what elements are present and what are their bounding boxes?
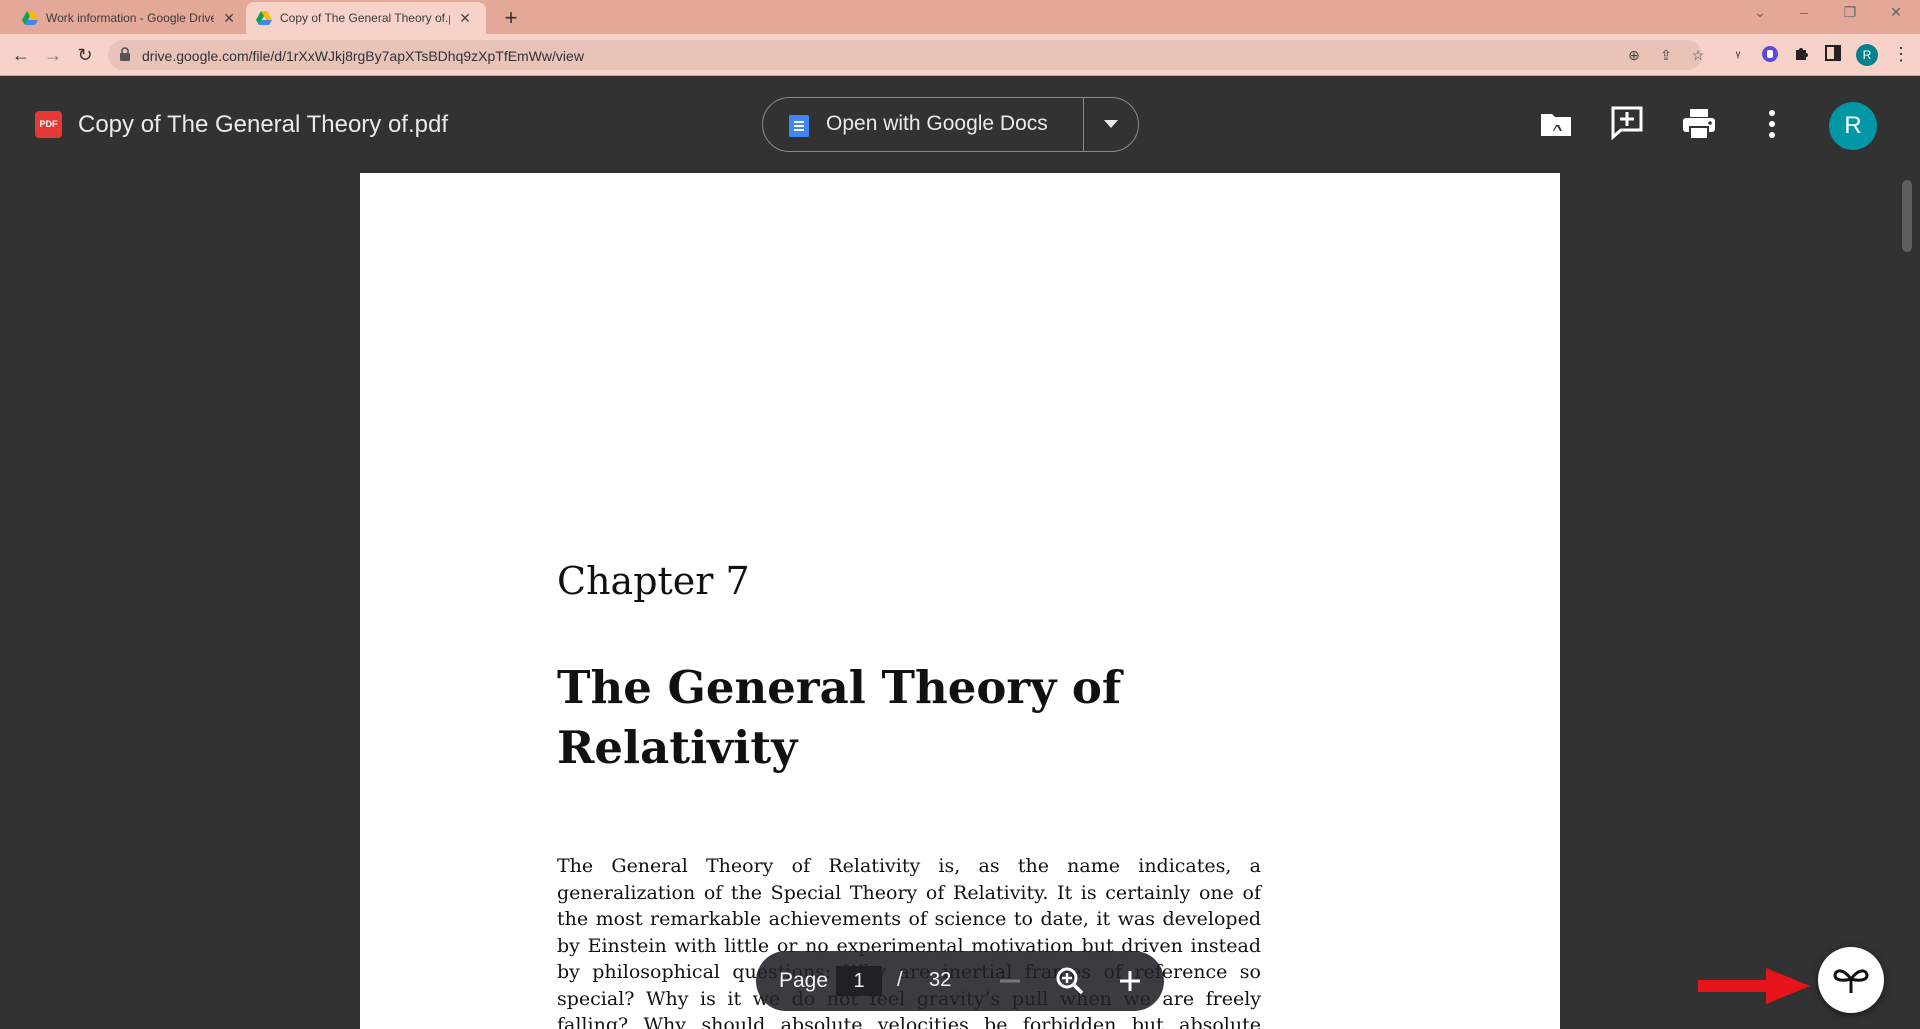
- pdf-file-icon: PDF: [35, 111, 62, 138]
- chapter-heading: Chapter 7: [557, 559, 750, 603]
- tab-general-theory-pdf[interactable]: Copy of The General Theory of.pdf ✕: [246, 2, 486, 34]
- address-bar[interactable]: drive.google.com/file/d/1rXxWJkj8rgBy7ap…: [108, 40, 1704, 70]
- red-arrow-annotation: [1698, 968, 1810, 1004]
- google-docs-icon: [789, 115, 809, 137]
- add-comment-icon[interactable]: [1609, 104, 1645, 140]
- file-title: Copy of The General Theory of.pdf: [78, 111, 448, 138]
- extension-purple-icon[interactable]: [1760, 45, 1780, 65]
- tab-title: Copy of The General Theory of.pdf: [280, 11, 450, 25]
- zoom-icon[interactable]: ⊕: [1624, 45, 1644, 65]
- open-with-dropdown-button[interactable]: [1084, 98, 1138, 151]
- scrollbar-thumb[interactable]: [1902, 180, 1912, 252]
- caret-down-icon: [1104, 120, 1118, 128]
- browser-menu-icon[interactable]: ⋮: [1892, 44, 1910, 66]
- browser-tab-strip: Work information - Google Drive ✕ Copy o…: [0, 0, 1920, 34]
- page-separator: /: [897, 969, 903, 991]
- reload-icon[interactable]: ↻: [73, 43, 97, 67]
- browser-toolbar: ← → ↻ drive.google.com/file/d/1rXxWJkj8r…: [0, 34, 1920, 76]
- forward-icon[interactable]: →: [41, 43, 65, 67]
- sprout-icon: [1833, 969, 1869, 993]
- page-label: Page: [779, 969, 829, 992]
- bookmark-star-icon[interactable]: ☆: [1688, 45, 1708, 65]
- print-icon[interactable]: [1681, 106, 1717, 142]
- close-tab-icon[interactable]: ✕: [222, 10, 236, 27]
- share-icon[interactable]: ⇪: [1656, 45, 1676, 65]
- tab-title: Work information - Google Drive: [46, 11, 215, 25]
- open-with-google-docs-button[interactable]: Open with Google Docs: [763, 98, 1083, 151]
- page-total: 32: [929, 969, 952, 991]
- tab-work-information[interactable]: Work information - Google Drive ✕: [12, 2, 246, 34]
- zoom-magnifier-icon[interactable]: [1052, 963, 1088, 999]
- restore-icon[interactable]: ❐: [1838, 4, 1862, 21]
- lock-icon: [120, 47, 130, 61]
- extension-sprout-icon[interactable]: ᵞ: [1728, 45, 1748, 65]
- new-tab-icon[interactable]: +: [500, 5, 522, 31]
- url-text: drive.google.com/file/d/1rXxWJkj8rgBy7ap…: [142, 48, 584, 64]
- open-with-label: Open with Google Docs: [826, 112, 1048, 135]
- document-title: The General Theory of Relativity: [557, 661, 1122, 774]
- minimize-icon[interactable]: –: [1792, 4, 1816, 20]
- open-with-group: Open with Google Docs: [762, 97, 1139, 152]
- google-drive-icon: [256, 11, 272, 25]
- add-to-drive-icon[interactable]: [1538, 106, 1574, 142]
- more-options-icon[interactable]: [1754, 106, 1790, 142]
- page-number-input[interactable]: [836, 966, 882, 996]
- tab-search-icon[interactable]: ⌄: [1748, 4, 1772, 21]
- zoom-in-icon[interactable]: [1112, 963, 1148, 999]
- google-drive-icon: [22, 11, 38, 25]
- page-controls: Page / 32: [756, 951, 1164, 1011]
- zoom-out-icon[interactable]: [992, 963, 1028, 999]
- close-window-icon[interactable]: ✕: [1884, 4, 1908, 21]
- side-panel-icon[interactable]: [1823, 45, 1843, 65]
- extensions-puzzle-icon[interactable]: [1792, 45, 1812, 65]
- browser-profile-avatar[interactable]: R: [1856, 44, 1878, 66]
- back-icon[interactable]: ←: [9, 43, 33, 67]
- viewer-header: PDF Copy of The General Theory of.pdf Op…: [0, 76, 1920, 172]
- close-tab-icon[interactable]: ✕: [458, 10, 472, 27]
- pdf-page: Chapter 7 The General Theory of Relativi…: [360, 173, 1560, 1029]
- account-avatar[interactable]: R: [1829, 102, 1877, 150]
- floating-sprout-button[interactable]: [1818, 947, 1884, 1013]
